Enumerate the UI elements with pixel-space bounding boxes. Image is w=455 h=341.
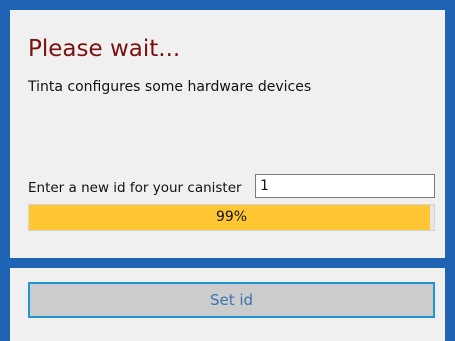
canister-id-label: Enter a new id for your canister <box>28 180 242 196</box>
set-id-button[interactable]: Set id <box>28 282 435 318</box>
footer-panel: Set id <box>10 268 445 341</box>
progress-label: 99% <box>215 209 248 225</box>
canister-id-input[interactable] <box>255 174 435 198</box>
status-message: Tinta configures some hardware devices <box>28 79 312 95</box>
app-window: { "dialog": { "title": "Please wait...",… <box>0 0 455 341</box>
status-panel: Please wait... Tinta configures some har… <box>10 10 445 258</box>
progress-bar: 99% <box>28 204 435 231</box>
page-title: Please wait... <box>28 36 181 62</box>
